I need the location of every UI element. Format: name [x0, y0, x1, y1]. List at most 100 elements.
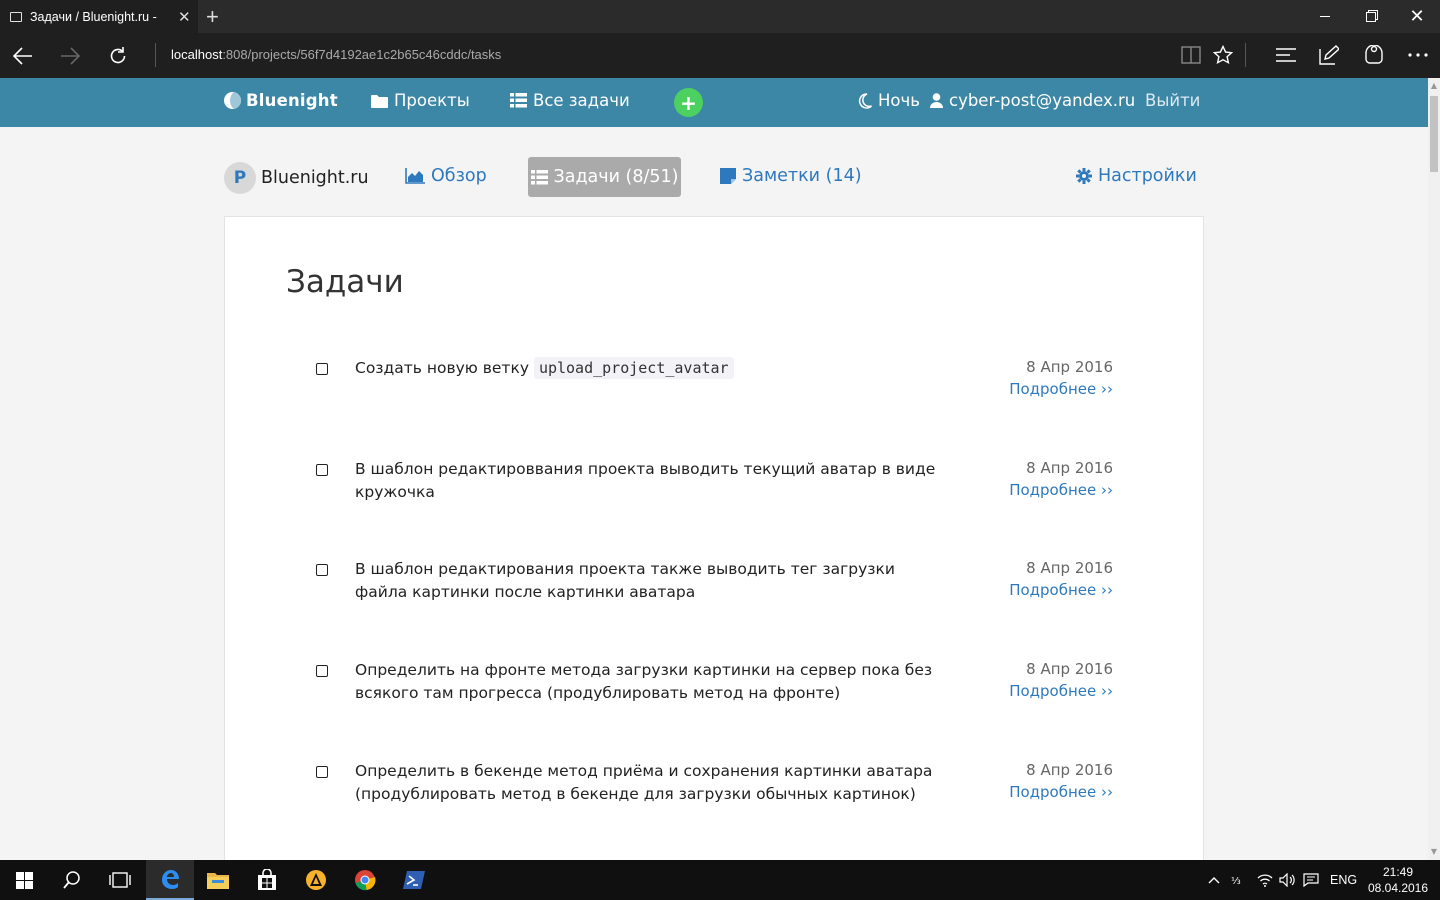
- night-mode-label: Ночь: [878, 91, 920, 110]
- night-mode-toggle[interactable]: Ночь: [858, 91, 920, 110]
- clock-date: 08.04.2016: [1367, 881, 1429, 895]
- brand-name: Bluenight: [246, 91, 338, 110]
- task-checkbox[interactable]: [316, 363, 328, 375]
- chrome-icon[interactable]: [341, 860, 389, 900]
- project-name: Bluenight.ru: [261, 168, 369, 188]
- edge-browser-icon[interactable]: [146, 860, 194, 900]
- task-date: 8 Апр 2016: [1026, 559, 1113, 577]
- tab-close-icon[interactable]: ✕: [178, 8, 191, 26]
- tab-overview-label: Обзор: [431, 166, 487, 186]
- star-icon[interactable]: [1209, 42, 1237, 68]
- tab-notes[interactable]: Заметки (14): [720, 166, 862, 186]
- tab-tasks-label: Задачи (8/51): [553, 167, 679, 187]
- task-date: 8 Апр 2016: [1026, 358, 1113, 376]
- scroll-thumb[interactable]: [1430, 96, 1438, 172]
- page-scrollbar[interactable]: ▲ ▼: [1428, 78, 1440, 860]
- book-icon[interactable]: [1177, 42, 1205, 68]
- pen-note-icon[interactable]: [1315, 42, 1343, 68]
- url-host: localhost: [171, 47, 223, 62]
- window-minimize-button[interactable]: [1302, 0, 1348, 33]
- nav-all-tasks[interactable]: Все задачи: [510, 91, 630, 110]
- file-explorer-icon[interactable]: [194, 860, 242, 900]
- page-favicon-icon: [10, 11, 22, 22]
- task-checkbox[interactable]: [316, 564, 328, 576]
- moon-icon: [858, 92, 872, 109]
- task-checkbox[interactable]: [316, 464, 328, 476]
- avatar: P: [224, 162, 256, 194]
- gear-icon: [1076, 168, 1092, 184]
- store-icon[interactable]: [243, 860, 291, 900]
- scroll-up-icon[interactable]: ▲: [1430, 82, 1438, 90]
- scroll-down-icon[interactable]: ▼: [1430, 848, 1438, 856]
- url-field[interactable]: localhost:808/projects/56f7d4192ae1c2b65…: [171, 47, 501, 62]
- ellipsis-icon[interactable]: [1404, 42, 1432, 68]
- moon-logo-icon: [224, 92, 241, 109]
- tab-notes-label: Заметки (14): [742, 166, 862, 186]
- wifi-icon[interactable]: [1257, 860, 1273, 900]
- nav-projects-label: Проекты: [394, 91, 470, 110]
- task-text: Определить на фронте метода загрузки кар…: [355, 661, 933, 702]
- task-text: В шаблон редактироввания проекта выводит…: [355, 460, 936, 501]
- task-text: В шаблон редактирования проекта также вы…: [355, 560, 895, 601]
- tray-chevron-icon[interactable]: [1208, 860, 1220, 900]
- task-view-icon[interactable]: [96, 860, 144, 900]
- window-restore-button[interactable]: [1348, 0, 1394, 33]
- volume-icon[interactable]: [1279, 860, 1295, 900]
- sticky-note-icon: [720, 168, 736, 184]
- user-email: cyber-post@yandex.ru: [949, 91, 1136, 110]
- task-title: Создать новую ветку: [355, 359, 529, 377]
- area-chart-icon: [405, 168, 425, 184]
- nav-projects[interactable]: Проекты: [371, 91, 470, 110]
- hub-lines-icon[interactable]: [1272, 42, 1300, 68]
- tab-title: Задачи / Bluenight.ru -: [30, 9, 157, 24]
- user-profile-link[interactable]: cyber-post@yandex.ru: [930, 91, 1135, 110]
- window-close-button[interactable]: ✕: [1394, 0, 1440, 33]
- add-button[interactable]: +: [674, 88, 703, 117]
- tab-settings-label: Настройки: [1098, 166, 1197, 186]
- logout-link[interactable]: Выйти: [1145, 91, 1200, 110]
- windows-start-icon[interactable]: [0, 860, 48, 900]
- new-tab-icon[interactable]: +: [206, 4, 219, 30]
- list-icon: [530, 169, 548, 185]
- task-date: 8 Апр 2016: [1026, 459, 1113, 477]
- url-path: :808/projects/56f7d4192ae1c2b65c46cddc/t…: [222, 47, 502, 62]
- vlc-cone-icon[interactable]: [292, 860, 340, 900]
- windows-taskbar: ⅓ ENG 21:49 08.04.2016: [0, 860, 1440, 900]
- action-center-icon[interactable]: [1303, 860, 1319, 900]
- task-more-link[interactable]: Подробнее ››: [1009, 481, 1113, 499]
- browser-tab[interactable]: Задачи / Bluenight.ru - ✕: [0, 0, 198, 33]
- clock-time: 21:49: [1382, 865, 1414, 879]
- project-home-link[interactable]: P Bluenight.ru: [224, 162, 369, 194]
- task-checkbox[interactable]: [316, 665, 328, 677]
- system-clock[interactable]: 21:49 08.04.2016: [1366, 864, 1430, 896]
- forward-arrow-icon[interactable]: [55, 41, 85, 71]
- task-more-link[interactable]: Подробнее ››: [1009, 682, 1113, 700]
- folder-icon: [371, 94, 388, 108]
- keyboard-layout-icon[interactable]: ⅓: [1231, 860, 1247, 900]
- page-title: Задачи: [286, 264, 404, 300]
- tasks-card: Задачи Создать новую ветку upload_projec…: [224, 216, 1204, 876]
- back-arrow-icon[interactable]: [8, 41, 38, 71]
- list-icon: [510, 93, 527, 108]
- language-indicator[interactable]: ENG: [1330, 860, 1357, 900]
- tab-settings[interactable]: Настройки: [1076, 166, 1197, 186]
- browser-titlebar: Задачи / Bluenight.ru - ✕ + ✕: [0, 0, 1440, 33]
- powershell-icon[interactable]: [390, 860, 438, 900]
- task-text: Определить в бекенде метод приёма и сохр…: [355, 762, 933, 803]
- share-icon[interactable]: [1360, 42, 1388, 68]
- toolbar-divider: [1245, 43, 1246, 67]
- task-more-link[interactable]: Подробнее ››: [1009, 380, 1113, 398]
- task-text: Создать новую ветку upload_project_avata…: [355, 357, 945, 380]
- task-checkbox[interactable]: [316, 766, 328, 778]
- task-more-link[interactable]: Подробнее ››: [1009, 783, 1113, 801]
- tab-overview[interactable]: Обзор: [405, 166, 487, 186]
- reload-icon[interactable]: [103, 41, 133, 71]
- user-icon: [930, 93, 943, 108]
- brand-link[interactable]: Bluenight: [224, 91, 338, 110]
- site-header: Bluenight Проекты Все задачи Ночь cyber-…: [0, 78, 1428, 127]
- task-more-link[interactable]: Подробнее ››: [1009, 581, 1113, 599]
- browser-addressbar: localhost:808/projects/56f7d4192ae1c2b65…: [0, 33, 1440, 78]
- search-icon[interactable]: [48, 860, 96, 900]
- task-date: 8 Апр 2016: [1026, 761, 1113, 779]
- tab-tasks[interactable]: Задачи (8/51): [528, 157, 681, 197]
